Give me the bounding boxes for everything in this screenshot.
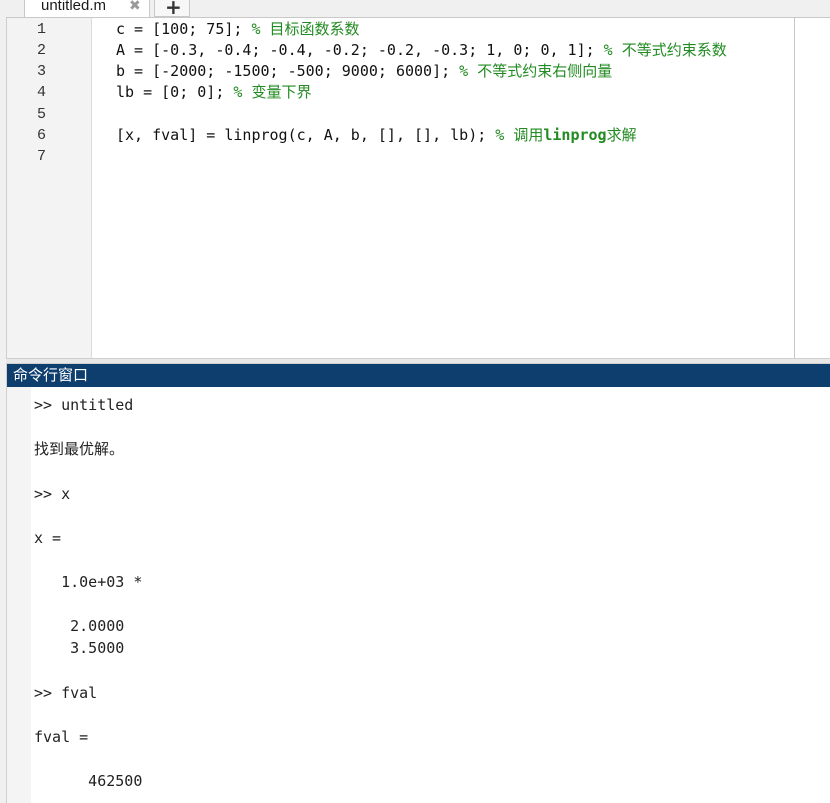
add-tab-button[interactable]: + — [154, 0, 190, 19]
command-window-title: 命令行窗口 — [13, 366, 89, 384]
command-window-title-bar[interactable]: 命令行窗口 — [7, 364, 830, 387]
cmd-output-line: 1.0e+03 * — [34, 573, 143, 591]
code-comment: % 不等式约束右侧向量 — [459, 62, 613, 80]
line-number: 6 — [37, 127, 47, 144]
code-comment: % 调用 — [495, 126, 544, 144]
cmd-output-line: 3.5000 — [34, 639, 125, 657]
code-line-4[interactable]: lb = [0; 0]; % 变量下界 — [116, 82, 311, 103]
line-number: 5 — [37, 106, 47, 123]
code-comment: % 不等式约束系数 — [603, 41, 727, 59]
code-comment-keyword: linprog — [543, 126, 607, 144]
cmd-output-line: 462500 — [34, 772, 143, 790]
code-text: [x, fval] = linprog(c, A, b, [], [], lb)… — [116, 126, 496, 144]
line-number: 2 — [37, 42, 47, 59]
code-comment: 求解 — [606, 126, 637, 144]
code-line-3[interactable]: b = [-2000; -1500; -500; 9000; 6000]; % … — [116, 61, 612, 82]
code-text: A = [-0.3, -0.4; -0.4, -0.2; -0.2, -0.3;… — [116, 41, 604, 59]
code-line-1[interactable]: c = [100; 75]; % 目标函数系数 — [116, 19, 360, 40]
cmd-output-line: >> fval — [34, 684, 98, 702]
command-window[interactable]: >> untitled 找到最优解。 >> x x = 1.0e+03 * 2.… — [7, 387, 830, 803]
cmd-output-line: 找到最优解。 — [34, 440, 125, 458]
code-text: b = [-2000; -1500; -500; 9000; 6000]; — [116, 62, 460, 80]
code-editor[interactable]: 1 2 3 4 5 6 7 c = [100; 75]; % 目标函数系数 A … — [7, 18, 830, 358]
plus-icon: + — [165, 0, 182, 19]
tab-untitled-m[interactable]: untitled.m ✖ — [24, 0, 150, 17]
tab-label: untitled.m — [41, 0, 107, 14]
cmd-output-line: >> untitled — [34, 396, 134, 414]
command-window-gutter — [7, 387, 31, 803]
line-number: 7 — [37, 148, 47, 165]
cmd-output-line: x = — [34, 529, 62, 547]
line-number-gutter: 1 2 3 4 5 6 7 — [7, 18, 92, 358]
code-line-2[interactable]: A = [-0.3, -0.4; -0.4, -0.2; -0.2, -0.3;… — [116, 40, 727, 61]
code-text: lb = [0; 0]; — [116, 83, 234, 101]
line-number: 1 — [37, 21, 47, 38]
cmd-output-line: fval = — [34, 728, 89, 746]
code-comment: % 变量下界 — [233, 83, 312, 101]
line-number: 3 — [37, 63, 47, 80]
editor-tab-bar: untitled.m ✖ + — [6, 0, 830, 18]
line-number: 4 — [37, 84, 47, 101]
cmd-output-line: 2.0000 — [34, 617, 125, 635]
left-dock-strip — [0, 0, 7, 803]
code-comment: % 目标函数系数 — [251, 20, 360, 38]
code-text: c = [100; 75]; — [116, 20, 252, 38]
cmd-output-line: >> x — [34, 485, 71, 503]
right-margin-line — [794, 18, 795, 358]
close-icon[interactable]: ✖ — [129, 0, 141, 15]
code-line-6[interactable]: [x, fval] = linprog(c, A, b, [], [], lb)… — [116, 125, 637, 146]
